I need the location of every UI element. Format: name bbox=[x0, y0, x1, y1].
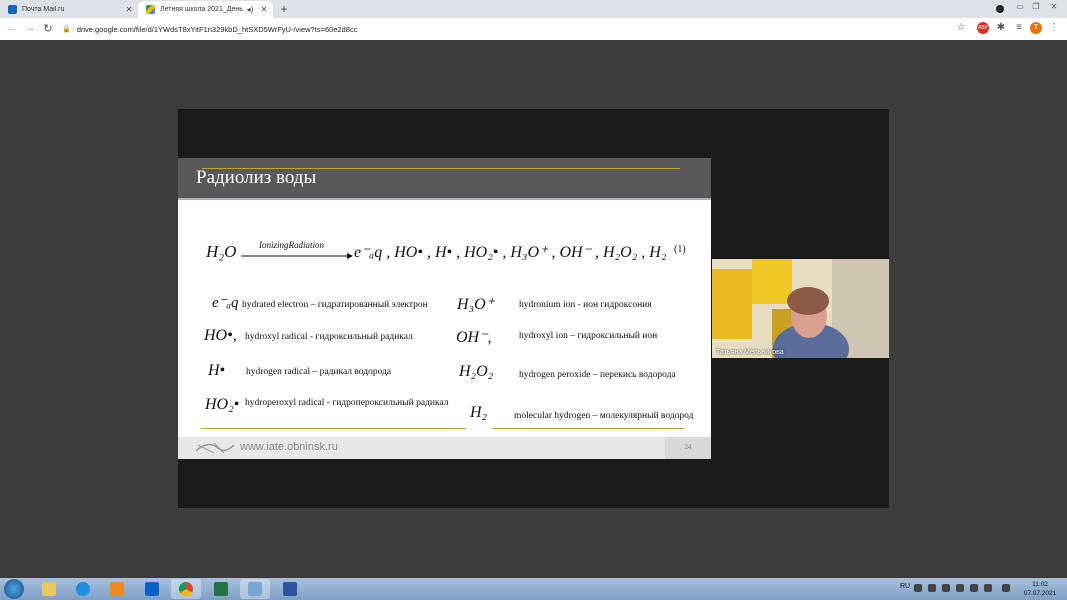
minimize-button[interactable]: ▭ bbox=[1014, 2, 1026, 11]
url-text: drive.google.com/file/d/1YWdsT8xYitF1n32… bbox=[76, 24, 358, 34]
clock-time: 11:02 bbox=[1032, 581, 1048, 588]
profile-avatar[interactable]: T bbox=[1030, 22, 1042, 34]
close-tab-icon[interactable]: ✕ bbox=[259, 5, 269, 14]
slide-title-bar: Радиолиз воды bbox=[178, 158, 711, 198]
network-icon[interactable] bbox=[942, 584, 950, 592]
audio-icon[interactable]: ◂) bbox=[245, 5, 255, 14]
species-description: hydroxyl radical - гидроксильный радикал bbox=[245, 332, 413, 342]
volume-icon[interactable] bbox=[1002, 584, 1010, 592]
slide-page-number: 24 bbox=[665, 437, 711, 459]
project-icon bbox=[214, 582, 228, 596]
tab-title: Почта Mail.ru bbox=[22, 6, 65, 13]
species-formula: HO₂• bbox=[205, 396, 240, 413]
footer-website: www.iate.obninsk.ru bbox=[240, 441, 338, 453]
species-formula: H₂ bbox=[470, 404, 488, 421]
word-icon bbox=[283, 582, 297, 596]
species-formula: e⁻ₐq bbox=[212, 295, 239, 311]
system-clock[interactable]: 11:02 07.07.2021 bbox=[1020, 580, 1060, 598]
participant-video[interactable]: Татьяна Мельникова bbox=[712, 259, 889, 358]
mail-icon bbox=[8, 5, 17, 14]
close-window-button[interactable]: ✕ bbox=[1048, 2, 1060, 11]
species-description: hydrated electron – гидратированный элек… bbox=[242, 300, 428, 310]
participant-name: Татьяна Мельникова bbox=[716, 349, 784, 356]
address-bar[interactable]: 🔒 drive.google.com/file/d/1YWdsT8xYitF1n… bbox=[62, 21, 472, 37]
flag-icon[interactable] bbox=[970, 584, 978, 592]
tab-drive-file[interactable]: Летняя школа 2021_День 1 ◂) ✕ bbox=[138, 1, 273, 18]
extensions-puzzle-icon[interactable]: ✱ bbox=[995, 22, 1007, 34]
species-description: hydrogen peroxide – перекись водорода bbox=[519, 370, 676, 380]
google-drive-icon bbox=[146, 5, 155, 14]
presentation-slide: Радиолиз воды H₂O IonizingRadiation e⁻ₐq… bbox=[178, 158, 711, 459]
equation-products: e⁻ₐq , HO• , H• , HO₂• , H₃O⁺ , OH⁻ , H₂… bbox=[354, 244, 667, 261]
close-tab-icon[interactable]: ✕ bbox=[124, 5, 134, 14]
folder-icon bbox=[42, 582, 56, 596]
menu-icon[interactable]: ⋮ bbox=[1048, 22, 1060, 34]
reaction-arrow-icon bbox=[241, 253, 353, 259]
taskbar-outlook[interactable] bbox=[137, 579, 167, 599]
taskbar-chrome[interactable] bbox=[171, 579, 201, 599]
taskbar-word[interactable] bbox=[275, 579, 305, 599]
reload-button[interactable]: ↻ bbox=[41, 22, 55, 35]
divider-line bbox=[201, 428, 466, 429]
divider-line bbox=[492, 428, 684, 429]
title-underline bbox=[178, 198, 711, 200]
equation-arrow-label: IonizingRadiation bbox=[259, 240, 324, 250]
help-icon[interactable] bbox=[914, 584, 922, 592]
new-tab-button[interactable]: + bbox=[278, 2, 290, 16]
species-description: hydrogen radical – радикал водорода bbox=[246, 367, 392, 377]
chrome-icon bbox=[179, 582, 193, 596]
slide-title: Радиолиз воды bbox=[196, 167, 317, 188]
equation-reactant: H₂O bbox=[206, 242, 237, 261]
clock-date: 07.07.2021 bbox=[1023, 590, 1057, 597]
tab-strip: Почта Mail.ru ✕ Летняя школа 2021_День 1… bbox=[0, 0, 1067, 18]
start-button[interactable] bbox=[4, 579, 24, 599]
taskbar-project[interactable] bbox=[206, 579, 236, 599]
species-description: hydroxyl ion – гидроксильный ион bbox=[519, 331, 658, 341]
language-indicator[interactable]: RU bbox=[900, 583, 910, 590]
species-formula: H• bbox=[208, 362, 226, 379]
species-formula: HO•, bbox=[204, 327, 237, 344]
bookmark-star-icon[interactable]: ☆ bbox=[955, 22, 967, 34]
extension-abp-icon[interactable]: ABP bbox=[977, 22, 989, 34]
tab-title: Летняя школа 2021_День 1 bbox=[160, 6, 245, 13]
species-description: hydronium ion - ион гидроксония bbox=[519, 300, 652, 310]
taskbar-window[interactable] bbox=[240, 579, 270, 599]
taskbar-ie[interactable] bbox=[68, 579, 98, 599]
restore-button[interactable]: ❐ bbox=[1030, 2, 1042, 11]
browser-toolbar: ← → ↻ 🔒 drive.google.com/file/d/1YWdsT8x… bbox=[0, 18, 1067, 40]
taskbar-explorer[interactable] bbox=[34, 579, 64, 599]
back-button[interactable]: ← bbox=[5, 22, 19, 34]
species-formula: H₂O₂ bbox=[459, 363, 494, 380]
species-description: molecular hydrogen – молекулярный водоро… bbox=[514, 411, 694, 421]
forward-button[interactable]: → bbox=[23, 22, 37, 34]
windows-taskbar: RU 11:02 07.07.2021 bbox=[0, 578, 1067, 600]
media-player-icon bbox=[110, 582, 124, 596]
media-control-icon[interactable]: ≡ bbox=[1013, 22, 1025, 34]
slide-footer: www.iate.obninsk.ru 24 bbox=[178, 437, 711, 459]
battery-icon[interactable] bbox=[956, 584, 964, 592]
taskbar-media[interactable] bbox=[102, 579, 132, 599]
equation-number: (1) bbox=[674, 244, 686, 255]
species-description: hydroperoxyl radical - гидропероксильный… bbox=[245, 398, 449, 408]
outlook-icon bbox=[145, 582, 159, 596]
ie-icon bbox=[76, 582, 90, 596]
tray-arrow-icon[interactable] bbox=[928, 584, 936, 592]
lock-icon: 🔒 bbox=[62, 26, 71, 33]
security-icon[interactable] bbox=[984, 584, 992, 592]
tab-mail[interactable]: Почта Mail.ru ✕ bbox=[0, 1, 138, 18]
species-formula: OH⁻, bbox=[456, 329, 492, 346]
video-frame-image bbox=[712, 259, 889, 358]
record-icon[interactable] bbox=[996, 5, 1004, 13]
window-icon bbox=[248, 582, 262, 596]
species-formula: H₃O⁺ bbox=[457, 296, 495, 313]
iate-logo-icon bbox=[195, 442, 235, 454]
